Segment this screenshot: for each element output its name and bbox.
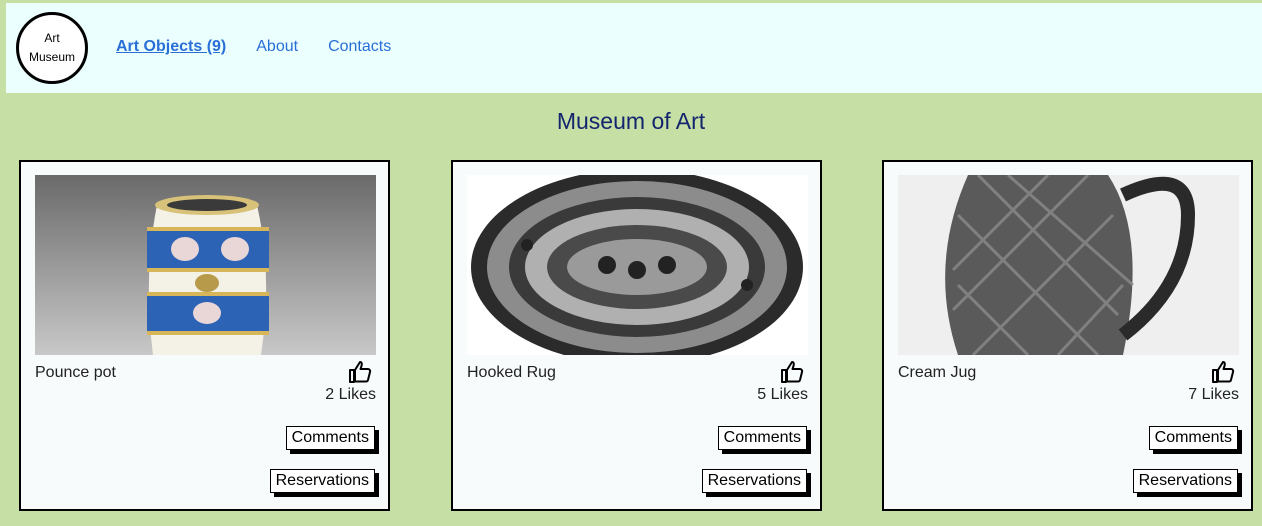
nav-contacts[interactable]: Contacts xyxy=(328,38,391,56)
art-title: Pounce pot xyxy=(35,364,116,381)
likes-count: 7 Likes xyxy=(1188,386,1239,403)
reservations-button[interactable]: Reservations xyxy=(269,469,375,493)
art-image xyxy=(35,175,376,355)
art-card: Cream Jug 7 Likes Comments Reservations xyxy=(882,160,1253,511)
comments-button[interactable]: Comments xyxy=(285,426,375,450)
thumbs-up-icon[interactable] xyxy=(1211,360,1235,384)
art-card: Hooked Rug 5 Likes Comments Reservations xyxy=(451,160,822,511)
logo-line-1: Art xyxy=(44,31,60,45)
art-card: Pounce pot 2 Likes Comments Reservations xyxy=(19,160,390,511)
header: Art Museum Art Objects (9) About Contact… xyxy=(6,3,1262,93)
nav-art-objects[interactable]: Art Objects (9) xyxy=(116,38,226,56)
thumbs-up-icon[interactable] xyxy=(780,360,804,384)
page-title: Museum of Art xyxy=(556,108,706,134)
likes-count: 5 Likes xyxy=(757,386,808,403)
likes: 7 Likes xyxy=(1188,360,1239,404)
likes: 2 Likes xyxy=(325,360,376,404)
reservations-button[interactable]: Reservations xyxy=(1132,469,1238,493)
art-image xyxy=(898,175,1239,355)
likes: 5 Likes xyxy=(757,360,808,404)
logo[interactable]: Art Museum xyxy=(16,12,88,84)
comments-button[interactable]: Comments xyxy=(1148,426,1238,450)
nav: Art Objects (9) About Contacts xyxy=(116,38,421,56)
reservations-button[interactable]: Reservations xyxy=(701,469,807,493)
nav-about[interactable]: About xyxy=(256,38,298,56)
art-title: Cream Jug xyxy=(898,364,977,381)
art-title: Hooked Rug xyxy=(467,364,556,381)
comments-button[interactable]: Comments xyxy=(717,426,807,450)
likes-count: 2 Likes xyxy=(325,386,376,403)
logo-line-2: Museum xyxy=(28,50,75,64)
thumbs-up-icon[interactable] xyxy=(348,360,372,384)
art-image xyxy=(467,175,808,355)
